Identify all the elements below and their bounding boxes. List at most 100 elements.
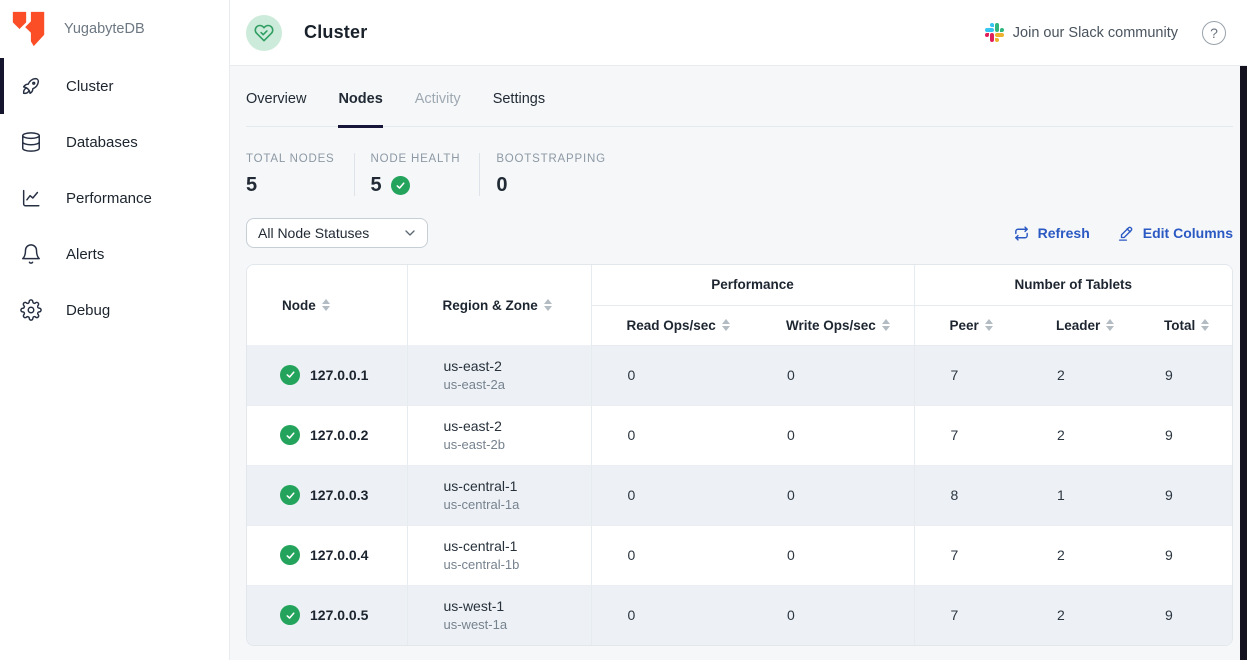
edit-pencil-icon	[1117, 224, 1135, 242]
group-performance: Performance	[591, 265, 914, 305]
node-status-healthy-icon	[280, 605, 300, 625]
help-button[interactable]: ?	[1202, 21, 1226, 45]
read-ops-cell: 0	[591, 345, 751, 405]
read-ops-cell: 0	[591, 405, 751, 465]
tab-nodes[interactable]: Nodes	[338, 91, 382, 126]
write-ops-cell: 0	[751, 345, 914, 405]
write-ops-cell: 0	[751, 525, 914, 585]
sort-icon	[1201, 319, 1209, 331]
col-write-ops[interactable]: Write Ops/sec	[751, 305, 914, 345]
leader-tablets-cell: 2	[1021, 585, 1129, 645]
sidebar-item-label: Cluster	[66, 78, 114, 95]
zone: us-central-1a	[444, 497, 591, 512]
read-ops-cell: 0	[591, 525, 751, 585]
table-row: 127.0.0.2 us-east-2 us-east-2b 0 0 7 2 9	[247, 405, 1232, 465]
node-cell: 127.0.0.2	[247, 405, 407, 465]
total-tablets-cell: 9	[1129, 405, 1232, 465]
node-address: 127.0.0.3	[310, 487, 368, 503]
table-row: 127.0.0.4 us-central-1 us-central-1b 0 0…	[247, 525, 1232, 585]
leader-tablets-cell: 2	[1021, 405, 1129, 465]
node-cell: 127.0.0.1	[247, 345, 407, 405]
col-peer[interactable]: Peer	[914, 305, 1021, 345]
sort-icon	[1106, 319, 1114, 331]
sort-icon	[985, 319, 993, 331]
node-status-healthy-icon	[280, 365, 300, 385]
stat-label: BOOTSTRAPPING	[496, 153, 606, 165]
main-area: Cluster Join our Slack community ?	[230, 0, 1247, 660]
table-row: 127.0.0.3 us-central-1 us-central-1a 0 0…	[247, 465, 1232, 525]
write-ops-cell: 0	[751, 585, 914, 645]
zone: us-east-2b	[444, 437, 591, 452]
write-ops-cell: 0	[751, 465, 914, 525]
sidebar-item-debug[interactable]: Debug	[0, 282, 229, 338]
node-status-select[interactable]: All Node Statuses	[246, 218, 428, 248]
node-status-selected-value: All Node Statuses	[258, 225, 369, 241]
region-zone-cell: us-east-2 us-east-2a	[407, 345, 591, 405]
node-status-healthy-icon	[280, 425, 300, 445]
region-zone-cell: us-east-2 us-east-2b	[407, 405, 591, 465]
sidebar-item-label: Debug	[66, 302, 110, 319]
table-row: 127.0.0.5 us-west-1 us-west-1a 0 0 7 2 9	[247, 585, 1232, 645]
col-region-zone[interactable]: Region & Zone	[407, 265, 591, 345]
sidebar-item-alerts[interactable]: Alerts	[0, 226, 229, 282]
slack-icon	[985, 23, 1004, 42]
nodes-table: Node Region & Zone Performance Number of…	[247, 265, 1232, 645]
region-zone-cell: us-central-1 us-central-1b	[407, 525, 591, 585]
node-address: 127.0.0.4	[310, 547, 368, 563]
sort-icon	[722, 319, 730, 331]
chart-icon	[20, 187, 42, 209]
brand: YugabyteDB	[0, 0, 229, 58]
refresh-button[interactable]: Refresh	[1013, 225, 1090, 242]
question-icon: ?	[1210, 25, 1218, 41]
read-ops-cell: 0	[591, 585, 751, 645]
peer-tablets-cell: 7	[914, 585, 1021, 645]
table-toolbar: All Node Statuses Refresh	[246, 218, 1233, 248]
leader-tablets-cell: 2	[1021, 345, 1129, 405]
read-ops-cell: 0	[591, 465, 751, 525]
health-check-icon	[391, 176, 410, 195]
col-total[interactable]: Total	[1129, 305, 1232, 345]
node-address: 127.0.0.2	[310, 427, 368, 443]
total-tablets-cell: 9	[1129, 525, 1232, 585]
table-row: 127.0.0.1 us-east-2 us-east-2a 0 0 7 2 9	[247, 345, 1232, 405]
refresh-icon	[1013, 225, 1030, 242]
peer-tablets-cell: 8	[914, 465, 1021, 525]
chevron-down-icon	[402, 225, 418, 241]
tab-activity[interactable]: Activity	[415, 91, 461, 126]
gear-icon	[20, 299, 42, 321]
page-scrollbar[interactable]	[1240, 66, 1247, 660]
slack-link-label: Join our Slack community	[1013, 25, 1178, 41]
total-tablets-cell: 9	[1129, 345, 1232, 405]
stats-row: TOTAL NODES 5 NODE HEALTH 5 BOOTSTRAP	[246, 153, 1247, 196]
region: us-central-1	[444, 478, 591, 494]
peer-tablets-cell: 7	[914, 405, 1021, 465]
stat-label: TOTAL NODES	[246, 153, 335, 165]
peer-tablets-cell: 7	[914, 345, 1021, 405]
sidebar: YugabyteDB Cluster Databases	[0, 0, 230, 660]
peer-tablets-cell: 7	[914, 525, 1021, 585]
write-ops-cell: 0	[751, 405, 914, 465]
tab-overview[interactable]: Overview	[246, 91, 306, 126]
slack-community-link[interactable]: Join our Slack community	[985, 23, 1178, 42]
sidebar-item-databases[interactable]: Databases	[0, 114, 229, 170]
node-address: 127.0.0.5	[310, 607, 368, 623]
group-number-of-tablets: Number of Tablets	[914, 265, 1232, 305]
col-read-ops[interactable]: Read Ops/sec	[591, 305, 751, 345]
sidebar-item-cluster[interactable]: Cluster	[0, 58, 229, 114]
sidebar-item-label: Performance	[66, 190, 152, 207]
col-node[interactable]: Node	[247, 265, 407, 345]
bell-icon	[20, 243, 42, 265]
edit-columns-button[interactable]: Edit Columns	[1117, 224, 1233, 242]
sidebar-item-performance[interactable]: Performance	[0, 170, 229, 226]
sort-icon	[882, 319, 890, 331]
leader-tablets-cell: 1	[1021, 465, 1129, 525]
node-cell: 127.0.0.3	[247, 465, 407, 525]
stat-value: 5	[371, 174, 382, 197]
tab-settings[interactable]: Settings	[493, 91, 545, 126]
topbar: Cluster Join our Slack community ?	[230, 0, 1247, 66]
rocket-icon	[20, 75, 42, 97]
col-leader[interactable]: Leader	[1021, 305, 1129, 345]
edit-columns-label: Edit Columns	[1143, 225, 1233, 241]
zone: us-central-1b	[444, 557, 591, 572]
brand-logo-icon	[11, 10, 47, 48]
